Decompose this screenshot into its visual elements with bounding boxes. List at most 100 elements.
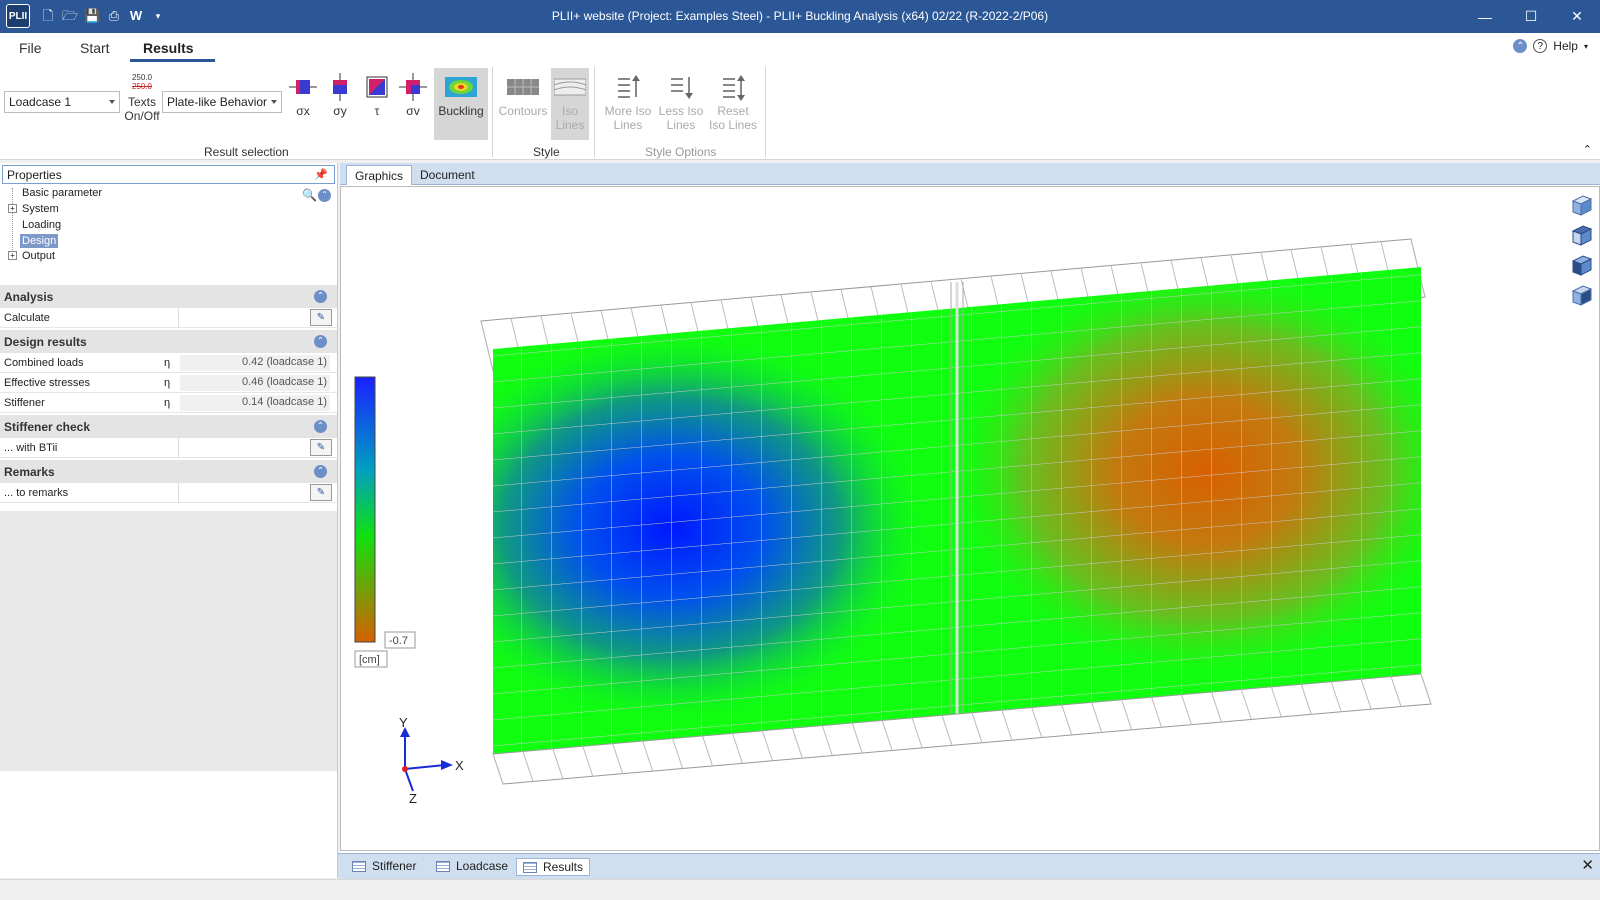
stress-y-icon xyxy=(326,73,354,101)
more-label-2: Lines xyxy=(613,118,643,132)
btii-edit-button[interactable]: ✎ xyxy=(310,439,332,456)
collapse-icon[interactable]: ⌃ xyxy=(314,290,327,303)
section-analysis-title: Analysis xyxy=(4,290,54,304)
active-tab-indicator xyxy=(130,59,215,62)
to-remarks-label: ... to remarks xyxy=(4,487,69,499)
axis-z-label: Z xyxy=(409,791,417,806)
tab-results-label: Results xyxy=(543,860,584,874)
axis-x-label: X xyxy=(455,758,464,773)
help-button[interactable]: Help xyxy=(1553,39,1578,53)
collapse-ribbon-chevron-icon[interactable]: ⌃ xyxy=(1583,143,1592,156)
cell-divider xyxy=(178,308,179,328)
equivalent-stress-icon xyxy=(399,73,427,101)
calculate-label: Calculate xyxy=(4,312,50,324)
less-lines-icon xyxy=(667,73,695,101)
tab-results[interactable]: Results xyxy=(143,40,194,56)
pin-icon[interactable]: 📌 xyxy=(314,168,328,181)
sigma-y-label: σy xyxy=(333,104,347,118)
collapse-ribbon-icon[interactable]: ⌃ xyxy=(1513,39,1528,53)
texts-icon-top: 250.0 xyxy=(131,73,153,82)
combined-loads-label: Combined loads xyxy=(4,357,84,369)
tab-stiffener[interactable]: Stiffener xyxy=(346,858,422,874)
eta-symbol: η xyxy=(164,357,171,369)
graphics-area: Graphics Document -0.7 [cm] Y X Z xyxy=(340,163,1600,853)
tree-item-design[interactable]: Design xyxy=(20,234,59,248)
expand-icon[interactable]: + xyxy=(8,204,17,213)
combined-loads-value: 0.42 (loadcase 1) xyxy=(180,355,330,371)
close-icon[interactable]: ✕ xyxy=(1554,0,1600,33)
loadcase-select-value: Loadcase 1 xyxy=(9,95,72,109)
sigma-v-button[interactable]: σv xyxy=(398,73,428,118)
tree-item-system[interactable]: System xyxy=(22,203,59,215)
iso-lines-button[interactable]: Iso Lines xyxy=(551,68,589,140)
title-bar: PLII 🗋 🗁 💾 ⎙ W ▾ PLII+ website (Project:… xyxy=(0,0,1600,33)
effective-stresses-value: 0.46 (loadcase 1) xyxy=(180,375,330,391)
section-stiffener-check-title: Stiffener check xyxy=(4,420,91,434)
maximize-icon[interactable]: ☐ xyxy=(1508,0,1554,33)
section-remarks[interactable]: Remarks ⌃ xyxy=(0,460,337,483)
sigma-x-label: σx xyxy=(296,104,310,118)
section-stiffener-check[interactable]: Stiffener check ⌃ xyxy=(0,415,337,438)
more-iso-lines-button[interactable]: More Iso Lines xyxy=(600,73,656,132)
search-icon[interactable]: 🔍 xyxy=(302,188,317,202)
tree-item-output[interactable]: Output xyxy=(22,250,55,262)
less-iso-lines-button[interactable]: Less Iso Lines xyxy=(655,73,707,132)
texts-toggle-button[interactable]: 250.0 250.0 Texts On/Off xyxy=(124,73,160,123)
table-row: Effective stresses η 0.46 (loadcase 1) xyxy=(0,373,337,393)
tree-item-basic-parameter[interactable]: Basic parameter xyxy=(22,187,102,199)
view-tabs: Graphics Document xyxy=(340,163,1600,185)
close-panel-icon[interactable]: ✕ xyxy=(1581,856,1594,874)
expand-icon[interactable]: + xyxy=(8,251,17,260)
table-icon xyxy=(352,860,366,872)
properties-title: Properties xyxy=(7,168,62,182)
calculate-edit-button[interactable]: ✎ xyxy=(310,309,332,326)
eta-symbol: η xyxy=(164,397,171,409)
graphics-canvas[interactable]: -0.7 [cm] Y X Z xyxy=(340,186,1600,851)
tab-document[interactable]: Document xyxy=(412,165,483,185)
color-legend: -0.7 [cm] xyxy=(354,376,416,668)
behavior-select[interactable]: Plate-like Behavior xyxy=(162,91,282,113)
properties-header: Properties 📌 xyxy=(2,165,335,184)
panel-empty-area xyxy=(0,511,337,771)
iso-label-1: Iso xyxy=(561,104,578,118)
properties-panel: Properties 📌 Basic parameter + System Lo… xyxy=(0,163,338,878)
row-calculate: Calculate ✎ xyxy=(0,308,337,328)
minimize-icon[interactable]: — xyxy=(1462,0,1508,33)
tab-results-bottom[interactable]: Results xyxy=(516,858,591,876)
texts-label-2: On/Off xyxy=(124,109,160,123)
collapse-icon[interactable]: ⌃ xyxy=(314,465,327,478)
section-analysis[interactable]: Analysis ⌃ xyxy=(0,285,337,308)
eta-symbol: η xyxy=(164,377,171,389)
collapse-icon[interactable]: ⌃ xyxy=(318,189,331,202)
chevron-down-icon xyxy=(271,100,277,104)
sigma-y-button[interactable]: σy xyxy=(325,73,355,118)
window-title: PLII+ website (Project: Examples Steel) … xyxy=(551,9,1049,23)
tree-item-loading[interactable]: Loading xyxy=(22,219,61,231)
row-remarks: ... to remarks ✎ xyxy=(0,483,337,503)
chevron-down-icon[interactable]: ▾ xyxy=(1584,42,1588,51)
remarks-edit-button[interactable]: ✎ xyxy=(310,484,332,501)
tau-button[interactable]: τ xyxy=(362,73,392,118)
contours-label: Contours xyxy=(498,104,548,118)
collapse-icon[interactable]: ⌃ xyxy=(314,335,327,348)
reset-label-1: Reset xyxy=(717,104,749,118)
view-cube-top-icon[interactable] xyxy=(1569,283,1593,307)
section-design-results-title: Design results xyxy=(4,335,87,349)
buckling-button[interactable]: Buckling xyxy=(434,68,488,140)
loadcase-select[interactable]: Loadcase 1 xyxy=(4,91,120,113)
tab-file[interactable]: File xyxy=(19,40,42,56)
collapse-icon[interactable]: ⌃ xyxy=(314,420,327,433)
view-cube-front-icon[interactable] xyxy=(1569,223,1593,247)
section-design-results[interactable]: Design results ⌃ xyxy=(0,330,337,353)
tree-line xyxy=(12,188,13,260)
iso-lines-icon xyxy=(553,73,587,101)
reset-iso-lines-button[interactable]: Reset Iso Lines xyxy=(706,73,760,132)
view-cube-iso-icon[interactable] xyxy=(1569,193,1593,217)
tab-loadcase[interactable]: Loadcase xyxy=(430,858,514,874)
contours-button[interactable]: Contours xyxy=(497,73,549,118)
help-icon[interactable]: ? xyxy=(1533,39,1548,53)
sigma-x-button[interactable]: σx xyxy=(288,73,318,118)
tab-graphics[interactable]: Graphics xyxy=(346,165,413,185)
tab-start[interactable]: Start xyxy=(80,40,110,56)
view-cube-side-icon[interactable] xyxy=(1569,253,1593,277)
